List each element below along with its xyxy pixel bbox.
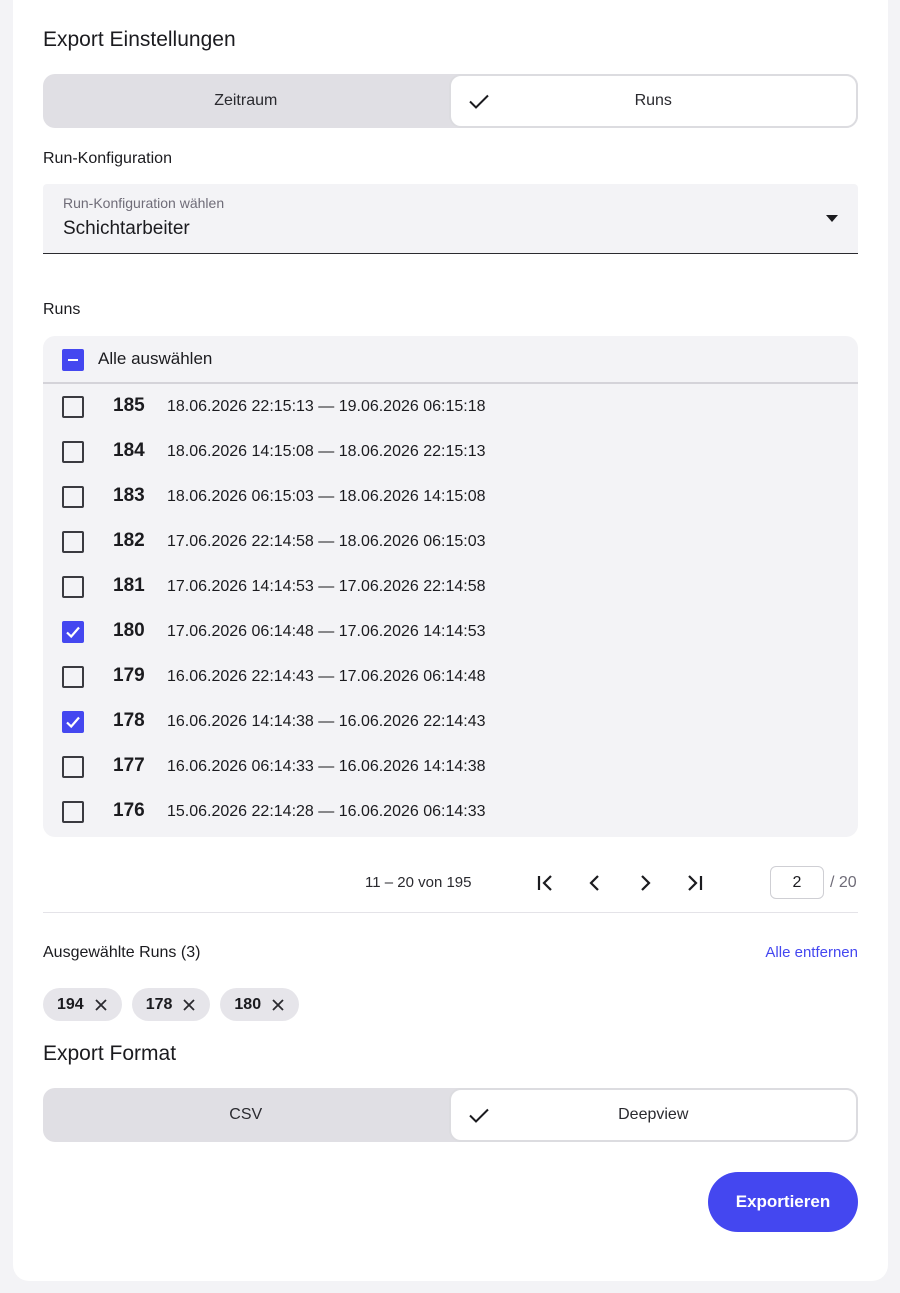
close-icon[interactable] [182,998,196,1012]
indeterminate-icon [68,359,78,361]
run-rows: 185 18.06.2026 22:15:13 — 19.06.2026 06:1… [43,384,858,834]
chip-label: 178 [145,995,173,1013]
close-icon[interactable] [271,998,285,1012]
run-row[interactable]: 182 17.06.2026 22:14:58 — 18.06.2026 06:1… [43,519,858,564]
run-time-range: 18.06.2026 22:15:13 — 19.06.2026 06:15:1… [167,398,486,415]
select-all-checkbox[interactable] [62,349,84,371]
segment-runs[interactable]: Runs [448,74,858,128]
run-row[interactable]: 180 17.06.2026 06:14:48 — 17.06.2026 14:1… [43,609,858,654]
runs-label: Runs [43,301,81,318]
run-checkbox[interactable] [62,711,84,733]
first-page-icon[interactable] [531,869,559,897]
run-number: 180 [113,620,145,641]
page-number-input[interactable] [770,866,824,899]
run-checkbox[interactable] [62,666,84,688]
divider [43,912,858,913]
next-page-icon[interactable] [631,869,659,897]
run-checkbox[interactable] [53,612,93,652]
segment-csv[interactable]: CSV [43,1088,449,1142]
run-row[interactable]: 176 15.06.2026 22:14:28 — 16.06.2026 06:1… [43,789,858,834]
run-number: 178 [113,710,145,731]
run-time-range: 16.06.2026 06:14:33 — 16.06.2026 14:14:3… [167,758,486,775]
segment-zeitraum-label: Zeitraum [214,92,278,109]
run-time-range: 18.06.2026 06:15:03 — 18.06.2026 14:15:0… [167,488,486,505]
run-row[interactable]: 181 17.06.2026 14:14:53 — 17.06.2026 22:1… [43,564,858,609]
segment-runs-label: Runs [634,92,672,109]
run-checkbox[interactable] [62,531,84,553]
pagination-info: 11 – 20 von 195 [365,874,472,891]
runs-list: Alle auswählen 185 18.06.2026 22:15:13 — … [43,336,858,837]
run-checkbox[interactable] [62,396,84,418]
run-number: 184 [113,440,145,461]
selected-run-chips: 194 178 180 [43,988,300,1021]
last-page-icon[interactable] [681,869,709,897]
run-config-label: Run-Konfiguration [43,150,172,167]
export-mode-segmented-control: Zeitraum Runs [43,74,858,128]
run-checkbox[interactable] [62,486,84,508]
run-row[interactable]: 184 18.06.2026 14:15:08 — 18.06.2026 22:1… [43,429,858,474]
run-number: 182 [113,530,145,551]
close-icon[interactable] [94,998,108,1012]
run-row[interactable]: 179 16.06.2026 22:14:43 — 17.06.2026 06:1… [43,654,858,699]
run-number: 185 [113,395,145,416]
segment-csv-label: CSV [229,1106,263,1123]
run-row[interactable]: 178 16.06.2026 14:14:38 — 16.06.2026 22:1… [43,699,858,744]
caret-down-icon [826,215,838,222]
segment-zeitraum[interactable]: Zeitraum [43,74,449,128]
select-all-row: Alle auswählen [43,336,858,384]
run-row[interactable]: 185 18.06.2026 22:15:13 — 19.06.2026 06:1… [43,384,858,429]
run-checkbox[interactable] [62,756,84,778]
run-config-select-value: Schichtarbeiter [63,218,190,239]
run-number: 183 [113,485,145,506]
run-time-range: 17.06.2026 22:14:58 — 18.06.2026 06:15:0… [167,533,486,550]
export-format-segmented-control: CSV Deepview [43,1088,858,1142]
run-checkbox[interactable] [62,801,84,823]
run-checkbox[interactable] [62,576,84,598]
run-config-select-label: Run-Konfiguration wählen [63,195,225,211]
pagination: 11 – 20 von 195 / 20 [43,866,858,900]
export-settings-title: Export Einstellungen [43,28,236,51]
chip-label: 180 [234,995,262,1013]
run-row[interactable]: 177 16.06.2026 06:14:33 — 16.06.2026 14:1… [43,744,858,789]
segment-deepview[interactable]: Deepview [448,1088,858,1142]
run-time-range: 16.06.2026 14:14:38 — 16.06.2026 22:14:4… [167,713,486,730]
selected-run-chip: 180 [220,988,300,1021]
run-time-range: 17.06.2026 06:14:48 — 17.06.2026 14:14:5… [167,623,486,640]
chip-label: 194 [57,995,84,1013]
run-number: 181 [113,575,145,596]
run-number: 176 [113,800,145,821]
check-icon [66,626,80,639]
previous-page-icon[interactable] [581,869,609,897]
remove-all-link[interactable]: Alle entfernen [765,944,858,961]
run-config-select[interactable]: Run-Konfiguration wählen Schichtarbeiter [43,184,858,254]
run-time-range: 16.06.2026 22:14:43 — 17.06.2026 06:14:4… [167,668,486,685]
run-number: 179 [113,665,145,686]
check-icon [468,1108,489,1123]
run-number: 177 [113,755,145,776]
select-all-label: Alle auswählen [98,349,213,368]
run-time-range: 15.06.2026 22:14:28 — 16.06.2026 06:14:3… [167,803,486,820]
export-button[interactable]: Exportieren [708,1172,858,1232]
run-row[interactable]: 183 18.06.2026 06:15:03 — 18.06.2026 14:1… [43,474,858,519]
selected-run-chip: 194 [43,988,122,1021]
run-checkbox[interactable] [62,441,84,463]
selected-run-chip: 178 [131,988,211,1021]
segment-deepview-label: Deepview [618,1106,689,1123]
check-icon [66,716,80,729]
selected-runs-title: Ausgewählte Runs (3) [43,944,201,961]
run-time-range: 17.06.2026 14:14:53 — 17.06.2026 22:14:5… [167,578,486,595]
check-icon [468,94,489,109]
export-format-title: Export Format [43,1042,177,1065]
total-pages: / 20 [830,874,857,891]
run-time-range: 18.06.2026 14:15:08 — 18.06.2026 22:15:1… [167,443,486,460]
